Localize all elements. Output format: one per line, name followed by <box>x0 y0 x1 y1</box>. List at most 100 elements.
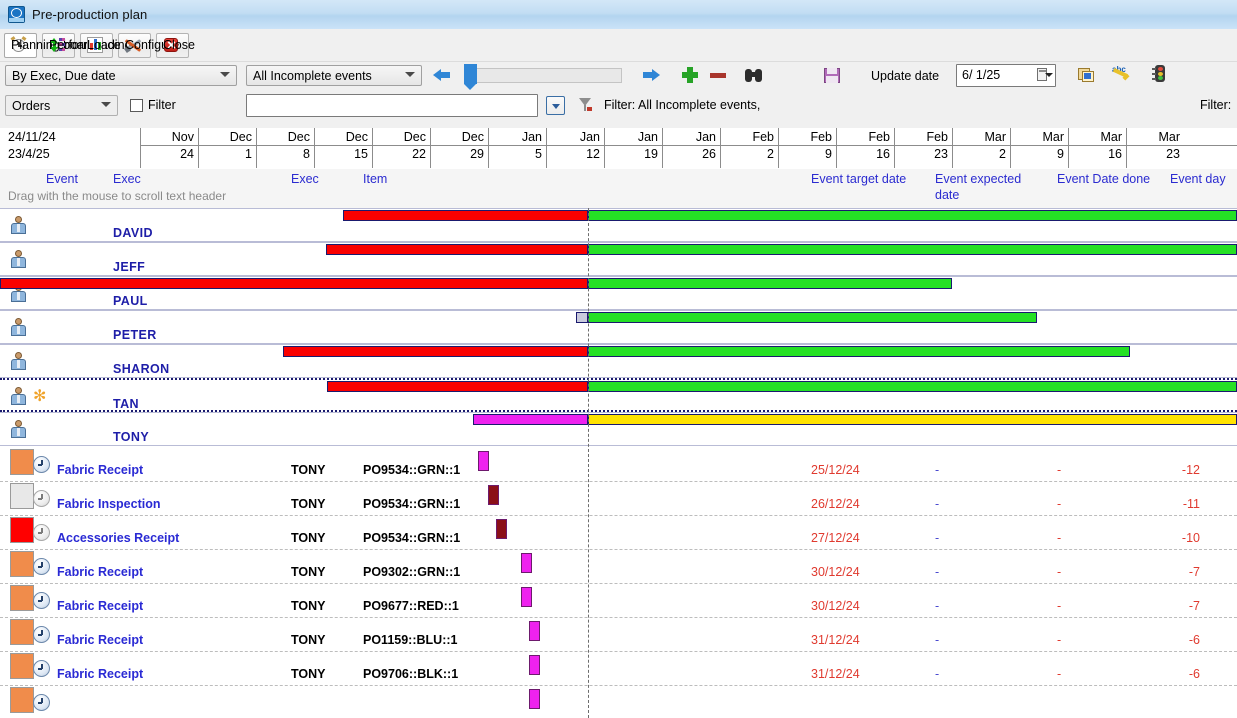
timeline-column-day: 22 <box>412 147 426 161</box>
update-date-input[interactable]: 6/ 1/25 <box>956 64 1056 87</box>
minus-icon[interactable] <box>708 65 728 85</box>
event-marker[interactable] <box>529 689 540 709</box>
event-marker[interactable] <box>529 621 540 641</box>
gantt-bar-green[interactable] <box>588 244 1237 255</box>
clock-icon <box>33 456 50 473</box>
gantt-bar-red[interactable] <box>343 210 588 221</box>
timeline-date-header[interactable]: 24/11/24 23/4/25 Nov 24 Dec 1 Dec 8 Dec 15 Dec 22… <box>0 128 1237 170</box>
plus-icon[interactable] <box>680 65 700 85</box>
gantt-bar-red[interactable] <box>327 381 588 392</box>
timeline-column-day: 19 <box>644 147 658 161</box>
gantt-bar-green[interactable] <box>588 312 1037 323</box>
funnel-icon[interactable] <box>576 95 596 115</box>
status-swatch[interactable] <box>10 653 34 679</box>
gantt-person-row[interactable]: DAVID <box>0 208 1237 242</box>
today-marker-line <box>588 208 589 718</box>
scroll-track[interactable] <box>466 68 622 83</box>
status-swatch[interactable] <box>10 687 34 713</box>
gantt-person-row[interactable]: TONY <box>0 412 1237 446</box>
event-item: PO9534::GRN::1 <box>363 463 461 477</box>
event-row[interactable]: Fabric Receipt TONY PO1159::BLU::1 31/12/24… <box>0 618 1237 652</box>
event-item: PO9534::GRN::1 <box>363 531 461 545</box>
gantt-bar-green[interactable] <box>588 346 1130 357</box>
sort-order-select[interactable]: By Exec, Due date <box>5 65 237 86</box>
gantt-bar-green[interactable] <box>588 210 1237 221</box>
event-row[interactable]: Accessories Receipt TONY PO9534::GRN::1 27/… <box>0 516 1237 550</box>
app-icon <box>8 6 25 23</box>
filter-checkbox[interactable] <box>130 99 143 112</box>
timeline-column-day: 9 <box>1057 147 1064 161</box>
timeline-column: Feb 9 <box>778 128 836 168</box>
event-name: Fabric Receipt <box>57 599 144 613</box>
status-swatch[interactable] <box>10 551 34 577</box>
binoculars-icon[interactable] <box>744 65 764 85</box>
text-header-column[interactable]: Exec <box>113 172 141 186</box>
text-header-column[interactable]: Item <box>363 172 387 186</box>
traffic-light-icon[interactable] <box>1150 64 1170 84</box>
status-swatch[interactable] <box>10 619 34 645</box>
filter-input[interactable] <box>246 94 538 117</box>
gantt-person-row[interactable]: SHARON <box>0 344 1237 378</box>
event-marker[interactable] <box>521 587 532 607</box>
status-swatch[interactable] <box>10 483 34 509</box>
calendar-dropdown-icon[interactable] <box>1037 68 1053 82</box>
timeline-column: Mar 23 <box>1126 128 1184 168</box>
gantt-bar-red[interactable] <box>283 346 588 357</box>
event-row[interactable]: Fabric Receipt TONY PO9706::BLK::1 31/12/24… <box>0 652 1237 686</box>
orders-select[interactable]: Orders <box>5 95 118 116</box>
event-marker[interactable] <box>488 485 499 505</box>
bookmark-icon[interactable] <box>464 64 477 90</box>
timeline-column: Mar 16 <box>1068 128 1126 168</box>
save-icon[interactable] <box>822 65 842 85</box>
arrow-right-icon[interactable] <box>640 65 660 85</box>
event-row[interactable]: Fabric Receipt TONY PO9677::RED::1 30/12/24… <box>0 584 1237 618</box>
event-row[interactable]: Fabric Receipt TONY PO9302::GRN::1 30/12/24… <box>0 550 1237 584</box>
person-icon <box>10 420 26 438</box>
text-header-column[interactable]: date <box>935 188 959 202</box>
event-row[interactable] <box>0 686 1237 718</box>
arrow-left-icon[interactable] <box>433 65 453 85</box>
status-swatch[interactable] <box>10 585 34 611</box>
gantt-bar-red[interactable] <box>326 244 588 255</box>
filter-dropdown-button[interactable] <box>546 96 565 115</box>
timeline-column-month: Jan <box>579 130 600 144</box>
copy-icon[interactable] <box>1077 65 1097 85</box>
event-days: -7 <box>1188 565 1200 579</box>
text-header-column[interactable]: Exec <box>291 172 319 186</box>
gantt-person-row[interactable]: PAUL <box>0 276 1237 310</box>
gantt-person-row[interactable]: JEFF <box>0 242 1237 276</box>
tab-planning-board[interactable]: Planning board <box>4 32 95 58</box>
text-column-header[interactable]: Event Exec Exec Item Event target date Event … <box>0 169 1237 209</box>
gantt-bar-magenta[interactable] <box>473 414 588 425</box>
event-marker[interactable] <box>529 655 540 675</box>
event-filter-select[interactable]: All Incomplete events <box>246 65 422 86</box>
timeline-column: Jan 19 <box>604 128 662 168</box>
gantt-bar-red[interactable] <box>0 278 588 289</box>
timeline-column: Feb 16 <box>836 128 894 168</box>
text-header-column[interactable]: Event day <box>1170 172 1226 186</box>
text-header-column[interactable]: Event Date done <box>1057 172 1150 186</box>
text-header-column[interactable]: Event target date <box>811 172 906 186</box>
event-marker[interactable] <box>521 553 532 573</box>
gantt-person-row[interactable]: ✻ TAN <box>0 378 1237 412</box>
spellcheck-icon[interactable]: abc <box>1111 65 1131 85</box>
gantt-bar-green[interactable] <box>588 278 952 289</box>
event-marker[interactable] <box>496 519 507 539</box>
event-row[interactable]: Fabric Receipt TONY PO9534::GRN::1 25/12/24… <box>0 448 1237 482</box>
status-swatch[interactable] <box>10 449 34 475</box>
timeline-column: Dec 29 <box>430 128 488 168</box>
gantt-bar-grey[interactable] <box>576 312 588 323</box>
event-marker[interactable] <box>478 451 489 471</box>
event-date-done: - <box>1057 565 1062 579</box>
text-header-column[interactable]: Event <box>46 172 78 186</box>
person-icon <box>10 250 26 268</box>
timeline-column-day: 16 <box>876 147 890 161</box>
event-row[interactable]: Fabric Inspection TONY PO9534::GRN::1 26/12… <box>0 482 1237 516</box>
event-name: Fabric Receipt <box>57 463 144 477</box>
status-swatch[interactable] <box>10 517 34 543</box>
timeline-range-start: 24/11/24 <box>8 130 56 144</box>
gantt-bar-green[interactable] <box>588 381 1237 392</box>
text-header-column[interactable]: Event expected <box>935 172 1021 186</box>
gantt-bar-yellow[interactable] <box>588 414 1237 425</box>
gantt-person-row[interactable]: PETER <box>0 310 1237 344</box>
